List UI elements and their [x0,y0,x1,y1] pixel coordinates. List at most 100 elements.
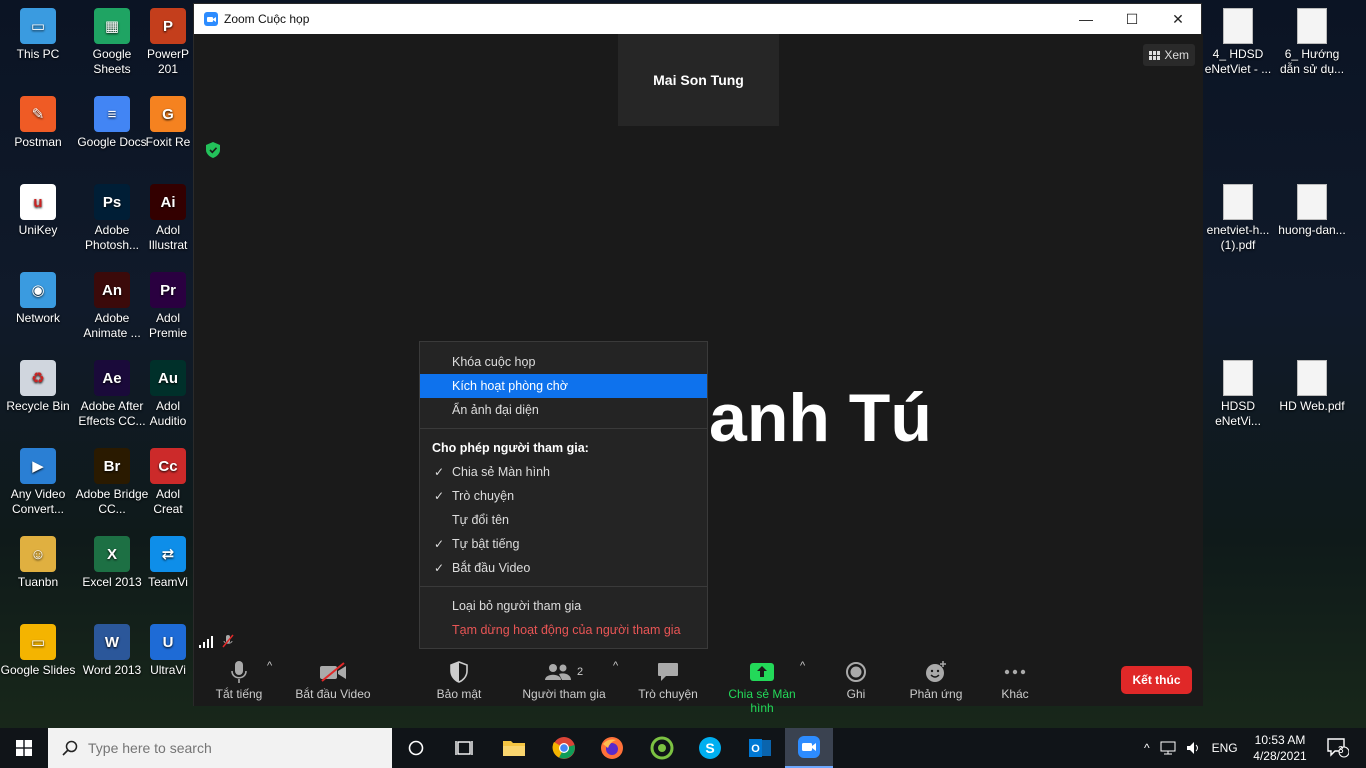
desktop-icon[interactable]: ▶ Any Video Convert... [0,448,76,517]
desktop-file-icon[interactable]: huong-dan... [1274,184,1350,238]
desktop-icon[interactable]: ⇄ TeamVi [142,536,194,590]
desktop-file-icon[interactable]: 6_ Hướng dẫn sử dụ... [1274,8,1350,77]
title-bar: Zoom Cuộc họp — ☐ ✕ [194,4,1201,34]
firefox-icon[interactable] [588,728,636,768]
start-video-button[interactable]: Bắt đầu Video [292,660,374,701]
desktop-icon[interactable]: ▦ Google Sheets [74,8,150,77]
view-label: Xem [1164,48,1189,62]
menu-lock-meeting[interactable]: Khóa cuộc họp [420,350,707,374]
desktop-app-icon: ▭ [20,624,56,660]
menu-remove-participant[interactable]: Loại bỏ người tham gia [420,594,707,618]
coccoc-icon[interactable] [638,728,686,768]
menu-item-label: Trò chuyện [452,489,515,503]
audio-options-caret-icon[interactable]: ^ [267,660,272,672]
share-screen-button[interactable]: Chia sẻ Màn hình [716,660,808,715]
desktop-icon[interactable]: ♻ Recycle Bin [0,360,76,414]
volume-icon[interactable] [1186,741,1202,755]
desktop-icon[interactable]: U UltraVi [142,624,194,678]
maximize-button[interactable]: ☐ [1109,4,1155,34]
taskbar-search[interactable] [48,728,392,768]
desktop-icon[interactable]: ☺ Tuanbn [0,536,76,590]
participants-caret-icon[interactable]: ^ [613,660,618,672]
desktop-icon[interactable]: X Excel 2013 [74,536,150,590]
network-icon[interactable] [1160,741,1176,755]
input-language[interactable]: ENG [1212,741,1238,755]
end-meeting-button[interactable]: Kết thúc [1121,666,1192,694]
desktop-icon[interactable]: Br Adobe Bridge CC... [74,448,150,517]
desktop-icon[interactable]: Au Adol Auditio [142,360,194,429]
search-input[interactable] [88,740,368,756]
menu-allow-chat[interactable]: ✓ Trò chuyện [420,484,707,508]
cortana-button[interactable] [392,728,440,768]
desktop-icon[interactable]: Ps Adobe Photosh... [74,184,150,253]
desktop-icon[interactable]: ✎ Postman [0,96,76,150]
desktop-icon-label: Adol Premie [148,311,187,340]
show-hidden-icons-icon[interactable]: ^ [1144,741,1150,755]
desktop-icon[interactable]: ▭ Google Slides [0,624,76,678]
desktop-icon-label: This PC [16,47,60,61]
desktop-file-icon[interactable]: 4_ HDSD eNetViet - ... [1200,8,1276,77]
menu-hide-profile-pictures[interactable]: Ẩn ảnh đại diện [420,398,707,422]
chat-bubble-icon [658,663,678,681]
signal-strength-icon [199,634,235,648]
start-button[interactable] [0,728,48,768]
share-options-caret-icon[interactable]: ^ [800,660,805,672]
participants-button[interactable]: 2 Người tham gia [521,660,607,701]
cortana-circle-icon [408,740,424,756]
minimize-button[interactable]: — [1063,4,1109,34]
participants-icon [544,664,571,680]
more-button[interactable]: Khác [1000,660,1030,701]
chrome-icon[interactable] [540,728,588,768]
zoom-icon[interactable] [785,728,833,768]
desktop-app-icon: ▦ [94,8,130,44]
encryption-shield-icon[interactable] [206,142,220,158]
desktop-icon[interactable]: P PowerP 201 [142,8,194,77]
menu-allow-rename[interactable]: Tự đổi tên [420,508,707,532]
desktop-icon-label: Adobe Photosh... [84,223,140,252]
desktop-icon[interactable]: An Adobe Animate ... [74,272,150,341]
chat-label: Trò chuyện [638,687,698,701]
action-center-button[interactable]: 3 [1318,728,1358,768]
menu-allow-start-video[interactable]: ✓ Bắt đầu Video [420,556,707,580]
desktop-icon-label: UltraVi [150,663,186,677]
reactions-button[interactable]: Phản ứng [908,660,964,701]
file-explorer-icon[interactable] [490,728,538,768]
desktop-icon[interactable]: Ai Adol Illustrat [142,184,194,253]
desktop-icon-label: Google Docs [77,135,147,149]
desktop-app-icon: ⇄ [150,536,186,572]
skype-icon[interactable]: S [686,728,734,768]
menu-enable-waiting-room[interactable]: Kích hoạt phòng chờ [420,374,707,398]
participant-thumbnail[interactable]: Mai Son Tung [618,34,779,126]
mute-button[interactable]: Tắt tiếng [212,660,266,701]
desktop-icon-label: Recycle Bin [6,399,70,413]
desktop-file-icon[interactable]: HD Web.pdf [1274,360,1350,414]
chat-button[interactable]: Trò chuyện [638,660,698,701]
record-button[interactable]: Ghi [842,660,870,701]
menu-allow-unmute[interactable]: ✓ Tự bật tiếng [420,532,707,556]
document-thumbnail-icon [1223,360,1253,396]
desktop-icon[interactable]: u UniKey [0,184,76,238]
desktop-file-icon[interactable]: HDSD eNetVi... [1200,360,1276,429]
zoom-logo-icon [204,12,218,26]
clock[interactable]: 10:53 AM 4/28/2021 [1250,732,1310,764]
desktop-icon[interactable]: ◉ Network [0,272,76,326]
menu-allow-share-screen[interactable]: ✓ Chia sẻ Màn hình [420,460,707,484]
desktop-icon[interactable]: Ae Adobe After Effects CC... [74,360,150,429]
desktop-icon[interactable]: Cc Adol Creat [142,448,194,517]
desktop-icon[interactable]: ≡ Google Docs [74,96,150,150]
desktop-icon[interactable]: ▭ This PC [0,8,76,62]
outlook-icon[interactable]: O [736,728,784,768]
desktop-icon[interactable]: W Word 2013 [74,624,150,678]
desktop-file-icon[interactable]: enetviet-h... (1).pdf [1200,184,1276,253]
desktop-icon[interactable]: Pr Adol Premie [142,272,194,341]
svg-text:S: S [705,740,714,756]
security-button[interactable]: Bảo mật [434,660,484,701]
task-view-button[interactable] [440,728,488,768]
security-shield-icon [450,661,468,683]
close-button[interactable]: ✕ [1155,4,1201,34]
view-button[interactable]: Xem [1143,44,1195,66]
desktop-icon[interactable]: G Foxit Re [142,96,194,150]
menu-suspend-participant-activities[interactable]: Tạm dừng hoạt động của người tham gia [420,618,707,642]
clock-time: 10:53 AM [1254,733,1306,747]
muted-mic-small-icon [222,634,234,648]
